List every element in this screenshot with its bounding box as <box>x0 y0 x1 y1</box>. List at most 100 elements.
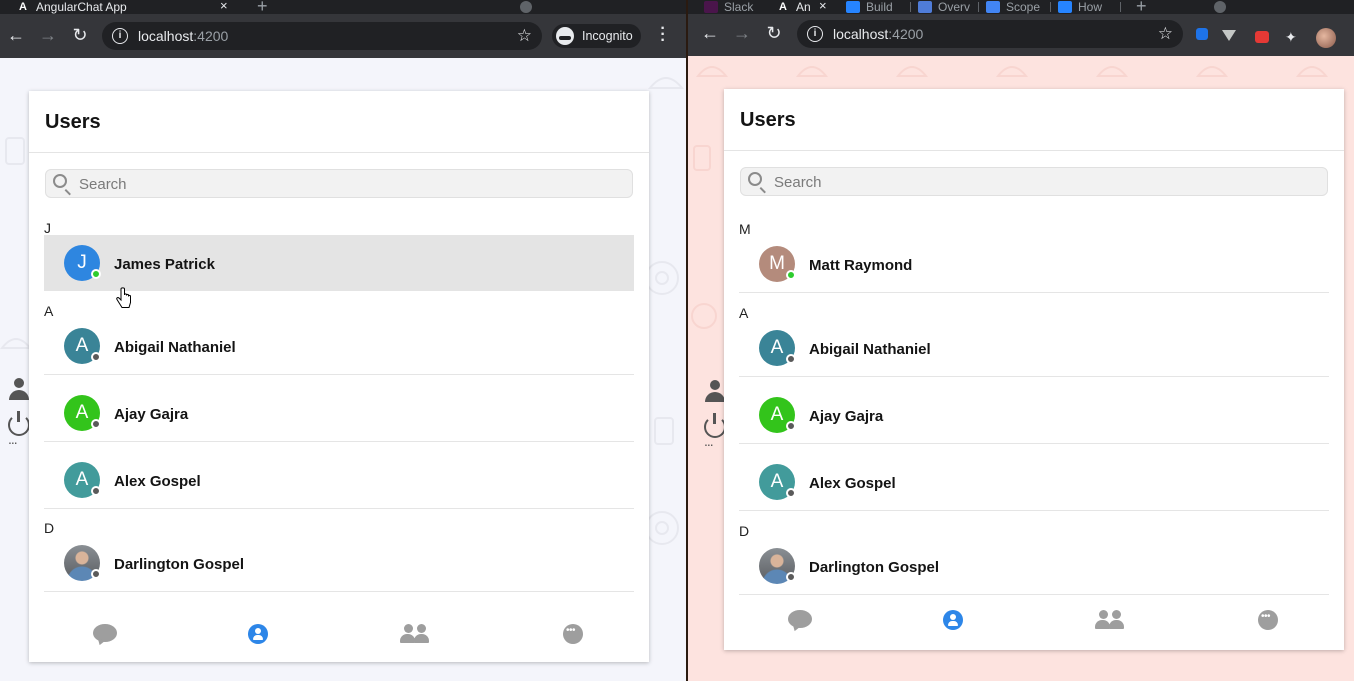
user-row-abigail-nathaniel[interactable]: A Abigail Nathaniel <box>44 318 634 375</box>
forward-icon[interactable]: → <box>731 22 753 44</box>
browser-toolbar: ← → ↻ i localhost:4200 ☆ ✦ <box>688 14 1354 58</box>
back-icon[interactable]: ← <box>5 24 27 46</box>
reload-icon[interactable]: ↻ <box>763 22 785 44</box>
section-letter-a: A <box>44 303 54 319</box>
user-name: Alex Gospel <box>114 473 201 490</box>
bookmark-star-icon[interactable]: ☆ <box>517 26 532 46</box>
tab-search-icon[interactable] <box>1214 1 1226 13</box>
offline-status-dot <box>91 569 101 579</box>
bookmark-star-icon[interactable]: ☆ <box>1158 24 1173 44</box>
logout-power-icon[interactable] <box>8 411 30 436</box>
user-row-alex-gospel[interactable]: A Alex Gospel <box>739 454 1329 511</box>
tab-strip: Slack A An × Build Overv Scope How + <box>688 0 1354 15</box>
chats-icon[interactable] <box>93 624 119 646</box>
slack-icon <box>704 1 718 13</box>
close-tab-icon[interactable]: × <box>819 0 827 14</box>
tab-angularchat[interactable]: A An <box>776 0 816 14</box>
profile-icon[interactable] <box>8 378 30 400</box>
extension-red-icon[interactable] <box>1255 31 1269 43</box>
user-row-abigail-nathaniel[interactable]: A Abigail Nathaniel <box>739 320 1329 377</box>
new-tab-icon[interactable]: + <box>1136 0 1147 15</box>
user-row-alex-gospel[interactable]: A Alex Gospel <box>44 452 634 509</box>
browser-toolbar: ← → ↻ i localhost:4200 ☆ Incognito · · · <box>0 14 686 58</box>
chats-icon[interactable] <box>788 610 814 632</box>
logout-power-icon[interactable] <box>704 413 726 438</box>
user-name: Darlington Gospel <box>114 556 245 573</box>
reload-icon[interactable]: ↻ <box>69 24 91 46</box>
user-name: Abigail Nathaniel <box>809 341 931 358</box>
offline-status-dot <box>786 421 796 431</box>
vue-devtools-icon[interactable] <box>1222 30 1236 41</box>
profile-icon[interactable] <box>704 380 726 402</box>
offline-status-dot <box>91 419 101 429</box>
url-host: localhost <box>138 28 194 44</box>
search-icon <box>53 174 67 188</box>
more-icon[interactable] <box>563 624 589 646</box>
search-input[interactable] <box>774 172 1074 192</box>
right-browser-window: Slack A An × Build Overv Scope How + ← →… <box>688 0 1354 681</box>
avatar: A <box>759 330 796 366</box>
tab-slack[interactable]: Slack <box>704 0 764 14</box>
user-row-matt-raymond[interactable]: M Matt Raymond <box>739 236 1329 293</box>
search-input[interactable] <box>79 174 379 194</box>
tab-strip: A AngularChat App × + <box>0 0 686 15</box>
avatar: A <box>759 464 796 500</box>
section-letter-a: A <box>739 305 749 321</box>
forward-icon[interactable]: → <box>37 24 59 46</box>
browser-menu-icon[interactable]: · · · <box>659 21 667 49</box>
user-row-ajay-gajra[interactable]: A Ajay Gajra <box>739 387 1329 444</box>
extension-icon[interactable] <box>1196 28 1208 40</box>
tab-how[interactable]: How <box>1058 0 1108 14</box>
back-icon[interactable]: ← <box>699 22 721 44</box>
docs-icon <box>986 1 1000 13</box>
online-status-dot <box>91 269 101 279</box>
address-bar[interactable]: i localhost:4200 ☆ <box>102 22 542 50</box>
avatar-photo <box>64 545 101 581</box>
address-bar[interactable]: i localhost:4200 ☆ <box>797 20 1183 48</box>
profile-avatar[interactable] <box>1316 28 1336 48</box>
tab-separator <box>910 2 911 12</box>
offline-status-dot <box>91 352 101 362</box>
avatar: M <box>759 246 796 282</box>
offline-status-dot <box>786 354 796 364</box>
contacts-icon[interactable] <box>248 624 274 646</box>
hand-cursor-icon <box>116 287 131 308</box>
online-status-dot <box>786 270 796 280</box>
tab-angularchat[interactable]: A AngularChat App <box>16 0 216 14</box>
tab-overview[interactable]: Overv <box>918 0 974 14</box>
avatar: A <box>759 397 796 433</box>
groups-icon[interactable] <box>1095 610 1124 632</box>
tab-scope[interactable]: Scope <box>986 0 1046 14</box>
close-tab-icon[interactable]: × <box>220 0 228 14</box>
header-divider <box>29 152 649 153</box>
desktop: A AngularChat App × + ← → ↻ i localhost:… <box>0 0 1354 681</box>
avatar-photo <box>759 548 796 584</box>
avatar: J <box>64 245 101 281</box>
contacts-icon[interactable] <box>943 610 969 632</box>
tab-build[interactable]: Build <box>846 0 906 14</box>
user-row-darlington-gospel[interactable]: Darlington Gospel <box>739 538 1329 595</box>
search-bar[interactable] <box>45 169 633 198</box>
users-panel: Users J J James Patrick A <box>29 91 649 662</box>
section-letter-m: M <box>739 221 751 237</box>
header-divider <box>724 150 1344 151</box>
url-host: localhost <box>833 26 889 42</box>
avatar: A <box>64 462 101 498</box>
user-row-james-patrick[interactable]: J James Patrick <box>44 235 634 291</box>
tab-separator <box>1050 2 1051 12</box>
incognito-indicator[interactable]: Incognito <box>552 24 641 48</box>
user-row-ajay-gajra[interactable]: A Ajay Gajra <box>44 385 634 442</box>
user-row-darlington-gospel[interactable]: Darlington Gospel <box>44 535 634 592</box>
more-icon[interactable] <box>1258 610 1284 632</box>
site-info-icon[interactable]: i <box>807 26 823 42</box>
site-info-icon[interactable]: i <box>112 28 128 44</box>
search-bar[interactable] <box>740 167 1328 196</box>
puzzle-extensions-icon[interactable]: ✦ <box>1285 30 1299 44</box>
angular-icon: A <box>779 1 787 13</box>
search-icon <box>748 172 762 186</box>
panel-title: Users <box>45 111 101 133</box>
tab-search-icon[interactable] <box>520 1 532 13</box>
new-tab-icon[interactable]: + <box>257 0 268 15</box>
user-name: James Patrick <box>114 256 215 273</box>
groups-icon[interactable] <box>400 624 429 646</box>
